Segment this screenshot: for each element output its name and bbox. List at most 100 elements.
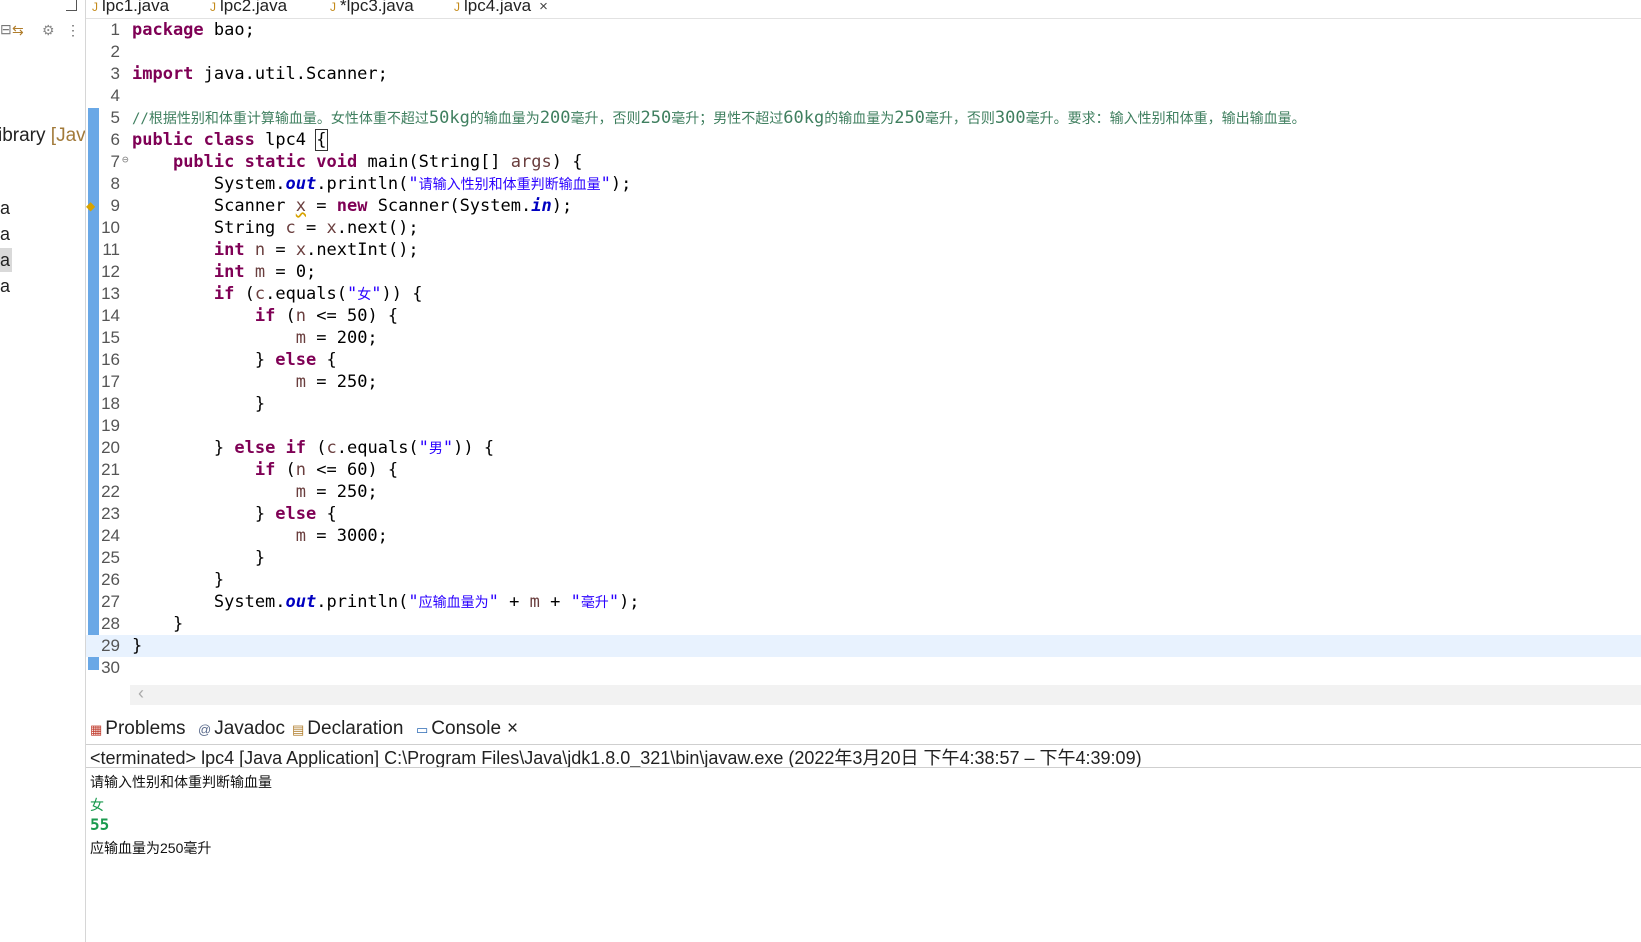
code-text: m = 200; xyxy=(295,328,378,348)
code-line: 8 System.out.println("请输入性别和体重判断输血量"); xyxy=(86,173,1641,195)
line-number: 4 xyxy=(110,86,120,105)
view-menu-icon[interactable]: ⋮ xyxy=(66,22,80,39)
code-editor[interactable]: ◆ 1 package bao; 2 3 import java.util.Scan… xyxy=(86,19,1641,705)
line-number: 21 xyxy=(101,460,120,479)
close-icon[interactable]: × xyxy=(539,0,548,15)
code-text: } else { xyxy=(132,504,337,524)
filter-icon[interactable]: ⚙ xyxy=(42,22,55,39)
tab-console[interactable]: ▭ Console × xyxy=(416,718,518,740)
code-line: 9 Scanner x = new Scanner(System.in); xyxy=(86,195,1641,217)
tab-label: lpc4.java xyxy=(464,0,532,15)
code-text: public static void main(String[] args) { xyxy=(172,152,583,172)
code-text: } else { xyxy=(132,350,337,370)
tree-item-selected[interactable]: a xyxy=(0,248,12,272)
tab-lpc1[interactable]: Jlpc1.java xyxy=(92,0,169,18)
tree-item[interactable]: a xyxy=(0,274,12,298)
tab-label: Problems xyxy=(105,718,186,739)
code-line-current: 29} xyxy=(86,635,1641,657)
line-number: 14 xyxy=(101,306,120,325)
line-number: 12 xyxy=(101,262,120,281)
console-output-line: 应输血量为250毫升 xyxy=(90,840,212,856)
java-file-icon: J xyxy=(330,0,336,14)
code-text: System.out.println("请输入性别和体重判断输血量"); xyxy=(132,174,632,194)
line-number: 13 xyxy=(101,284,120,303)
code-text: m = 3000; xyxy=(295,526,388,546)
code-text: } xyxy=(132,636,143,656)
tab-lpc3[interactable]: J *lpc3.java xyxy=(330,0,414,18)
code-text: } xyxy=(132,394,266,414)
code-comment: //根据性别和体重计算输血量。女性体重不超过50kg的输血量为200毫升，否则2… xyxy=(132,108,1306,128)
library-suffix: [Jav xyxy=(50,125,86,146)
tab-javadoc[interactable]: @ Javadoc xyxy=(198,718,285,740)
library-node[interactable]: ibrary [Jav xyxy=(0,125,86,147)
code-line: 15 m = 200; xyxy=(86,327,1641,349)
code-line: 3 import java.util.Scanner; xyxy=(86,63,1641,85)
code-text: int m = 0; xyxy=(213,262,317,282)
collapse-icon[interactable]: ⊟ xyxy=(0,21,12,38)
code-text: m = 250; xyxy=(295,372,378,392)
code-text: String c = x.next(); xyxy=(132,218,419,238)
tree-item[interactable]: a xyxy=(0,196,12,220)
code-line: 6 public class lpc4 { xyxy=(86,129,1641,151)
tab-label: *lpc3.java xyxy=(340,0,414,15)
line-number: 9 xyxy=(110,196,120,215)
line-number: 24 xyxy=(101,526,120,545)
code-line: 4 xyxy=(86,85,1641,107)
code-line: 2 xyxy=(86,41,1641,63)
declaration-icon: ▤ xyxy=(292,722,305,737)
line-number: 15 xyxy=(101,328,120,347)
line-number: 8 xyxy=(110,174,120,193)
code-line: 11 int n = x.nextInt(); xyxy=(86,239,1641,261)
line-number: 17 xyxy=(101,372,120,391)
code-line: 5 //根据性别和体重计算输血量。女性体重不超过50kg的输血量为200毫升，否则… xyxy=(86,107,1641,129)
tab-label: Javadoc xyxy=(214,718,285,739)
console-input-line: 女 xyxy=(90,797,104,813)
javadoc-icon: @ xyxy=(198,722,212,737)
line-number: 28 xyxy=(101,614,120,633)
tab-label: Declaration xyxy=(307,718,404,739)
line-number: 7 xyxy=(110,152,120,171)
line-number: 3 xyxy=(110,64,120,83)
java-file-icon: J xyxy=(454,0,460,14)
line-number: 20 xyxy=(101,438,120,457)
fold-icon[interactable]: ⊖ xyxy=(122,149,129,171)
tab-declaration[interactable]: ▤ Declaration xyxy=(292,718,403,740)
code-line: 7 ⊖ public static void main(String[] args… xyxy=(86,151,1641,173)
java-file-icon: J xyxy=(92,0,98,14)
line-number: 19 xyxy=(101,416,120,435)
code-line: 24 m = 3000; xyxy=(86,525,1641,547)
code-line: 19 xyxy=(86,415,1641,437)
tab-problems[interactable]: ▦ Problems xyxy=(90,718,186,740)
line-number: 26 xyxy=(101,570,120,589)
java-file-icon: J xyxy=(210,0,216,14)
link-editor-icon[interactable]: ⇆ xyxy=(12,22,24,39)
code-line: 10 String c = x.next(); xyxy=(86,217,1641,239)
horizontal-scrollbar[interactable]: ‹ xyxy=(130,683,1641,705)
tab-lpc2[interactable]: Jlpc2.java xyxy=(210,0,287,18)
code-text: int n = x.nextInt(); xyxy=(213,240,419,260)
scroll-left-icon[interactable]: ‹ xyxy=(138,683,144,704)
line-number: 10 xyxy=(101,218,120,237)
line-number: 25 xyxy=(101,548,120,567)
close-icon[interactable]: × xyxy=(507,718,518,739)
line-number: 16 xyxy=(101,350,120,369)
code-line: 25 } xyxy=(86,547,1641,569)
tree-item[interactable]: a xyxy=(0,222,12,246)
line-number: 2 xyxy=(110,42,120,61)
tab-lpc4[interactable]: Jlpc4.java × xyxy=(454,0,548,18)
code-text: Scanner x = new Scanner(System.in); xyxy=(132,196,573,216)
code-text: m = 250; xyxy=(295,482,378,502)
minimize-icon[interactable] xyxy=(66,0,77,11)
code-line: 14 if (n <= 50) { xyxy=(86,305,1641,327)
line-number: 27 xyxy=(101,592,120,611)
code-text: System.out.println("应输血量为" + m + "毫升"); xyxy=(132,592,640,612)
package-explorer: ⊟ ⇆ ⚙ ⋮ ibrary [Jav a a a a xyxy=(0,0,86,942)
code-line: 27 System.out.println("应输血量为" + m + "毫升"… xyxy=(86,591,1641,613)
line-number: 23 xyxy=(101,504,120,523)
line-number: 29 xyxy=(101,636,120,655)
code-line: 30 xyxy=(86,657,1641,679)
divider xyxy=(86,767,1641,768)
code-line: 23 } else { xyxy=(86,503,1641,525)
console-output-line: 请输入性别和体重判断输血量 xyxy=(90,774,272,790)
tab-label: Console xyxy=(431,718,502,739)
